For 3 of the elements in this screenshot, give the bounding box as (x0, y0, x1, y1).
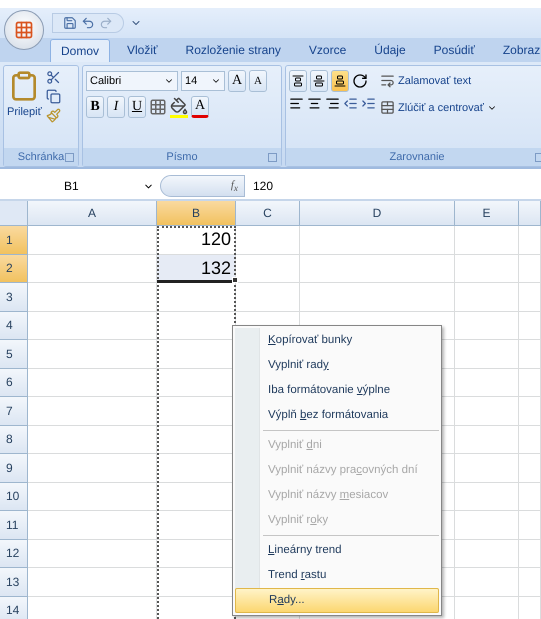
group-title: Zarovnanie (286, 148, 541, 166)
group-title: Písmo (83, 148, 281, 166)
group-title: Schránka (4, 148, 78, 166)
